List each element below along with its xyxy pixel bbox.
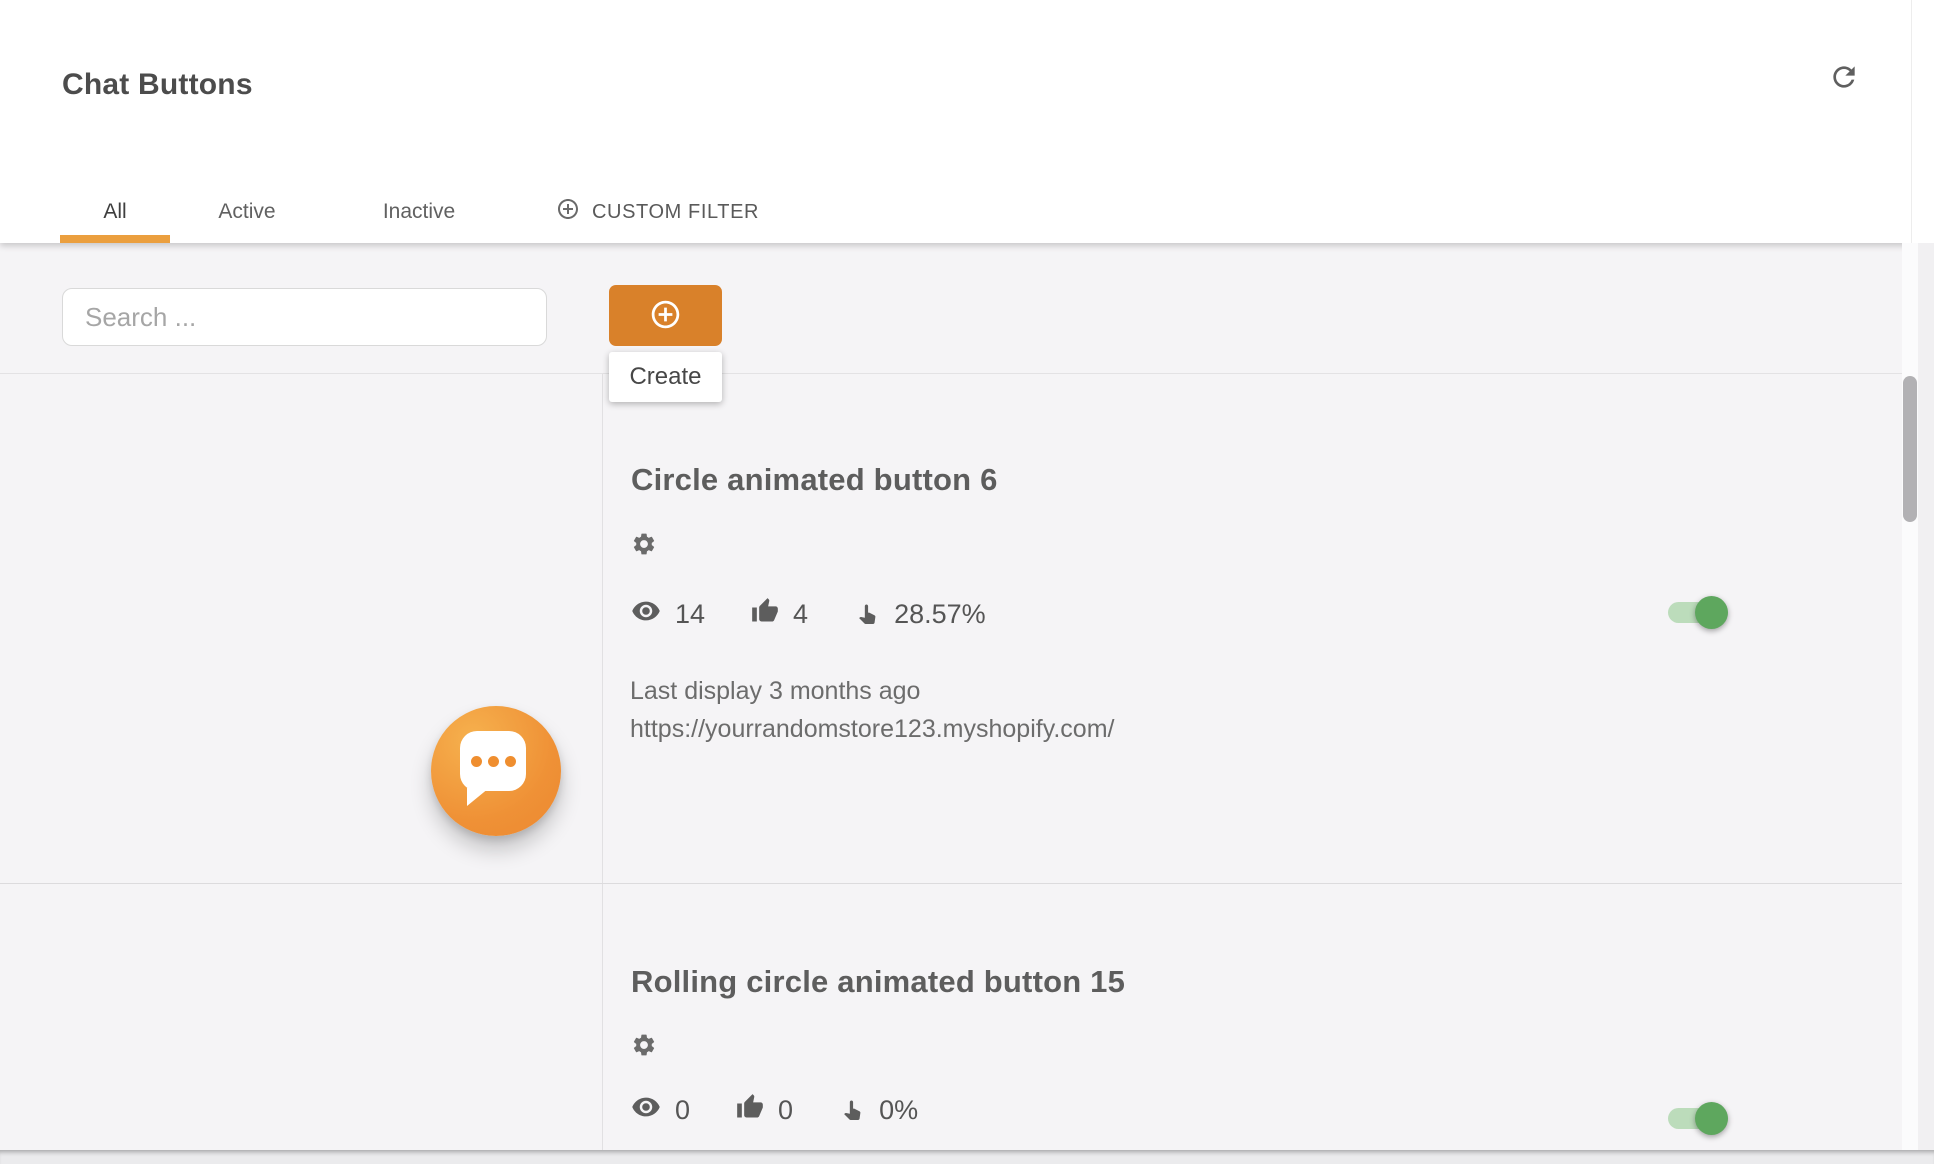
views-stat: 14 [631,596,705,633]
tap-icon [854,598,880,631]
click-rate-stat: 0% [839,1094,918,1127]
click-rate-value: 0% [879,1095,918,1126]
create-tooltip: Create [609,352,722,402]
likes-count: 4 [793,599,808,630]
views-count: 14 [675,599,705,630]
page-title: Chat Buttons [62,68,253,102]
settings-gear-icon[interactable] [631,1032,657,1058]
views-count: 0 [675,1095,690,1126]
add-circle-icon [649,298,682,334]
list-item: Rolling circle animated button 15 0 0 [0,884,1902,1150]
chat-button-list: Circle animated button 6 14 4 [0,373,1902,1150]
tap-icon [839,1094,865,1127]
click-rate-stat: 28.57% [854,598,986,631]
toolbar: Create [0,243,1902,373]
stats-row: 0 0 0% [631,1092,918,1129]
chat-button-preview-icon[interactable] [431,706,561,836]
views-stat: 0 [631,1092,690,1129]
scrollbar-track[interactable] [1902,243,1918,1150]
chat-bubble-icon [460,731,526,791]
refresh-button[interactable] [1822,56,1866,100]
button-preview-cell [0,374,603,883]
gutter-divider [1911,0,1912,243]
row-meta: Last display 3 months ago https://yourra… [630,672,1114,748]
custom-filter-button[interactable]: CUSTOM FILTER [556,181,759,243]
eye-icon [631,596,661,633]
bottom-edge [0,1150,1934,1164]
page-header: Chat Buttons All Active Inactive CUSTOM … [0,0,1934,243]
thumb-up-icon [736,1093,764,1128]
bubble-dot [471,756,482,767]
create-button[interactable] [609,285,722,346]
thumb-up-icon [751,597,779,632]
main-content: Create Circle animated button 6 [0,243,1902,1150]
tab-active[interactable]: Active [170,181,324,243]
tab-bar: All Active Inactive CUSTOM FILTER [60,181,759,243]
scrollbar-thumb[interactable] [1903,376,1917,522]
custom-filter-label: CUSTOM FILTER [592,201,759,224]
search-input[interactable] [62,288,547,346]
button-preview-cell [0,884,603,1150]
click-rate-value: 28.57% [894,599,986,630]
active-toggle[interactable] [1668,1108,1728,1129]
stats-row: 14 4 28.57% [631,596,986,633]
button-title: Circle animated button 6 [631,462,998,498]
likes-stat: 4 [751,597,808,632]
toggle-knob [1695,1102,1728,1135]
refresh-icon [1828,61,1860,96]
active-toggle[interactable] [1668,602,1728,623]
list-item: Circle animated button 6 14 4 [0,374,1902,884]
right-gutter [1918,243,1934,1150]
store-url: https://yourrandomstore123.myshopify.com… [630,710,1114,748]
bubble-dot [505,756,516,767]
button-title: Rolling circle animated button 15 [631,964,1125,1000]
likes-stat: 0 [736,1093,793,1128]
toggle-knob [1695,596,1728,629]
bubble-dot [488,756,499,767]
eye-icon [631,1092,661,1129]
add-circle-icon [556,197,580,227]
settings-gear-icon[interactable] [631,531,657,557]
tab-all[interactable]: All [60,181,170,243]
last-display-text: Last display 3 months ago [630,672,1114,710]
likes-count: 0 [778,1095,793,1126]
tab-inactive[interactable]: Inactive [324,181,514,243]
